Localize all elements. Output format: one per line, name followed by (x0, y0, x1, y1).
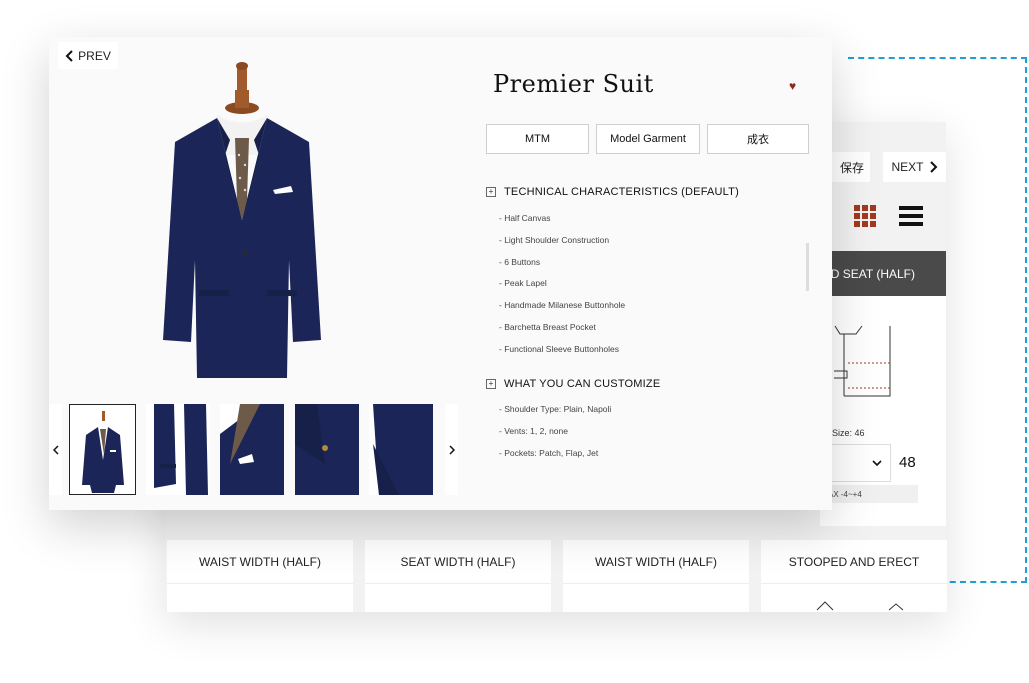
thumbnail[interactable] (146, 404, 210, 495)
thumbnail-strip (49, 404, 458, 496)
customize-list: - Shoulder Type: Plain, Napoli - Vents: … (499, 403, 611, 468)
chevron-left-icon (65, 49, 73, 62)
list-item: - Functional Sleeve Buttonholes (499, 343, 620, 354)
thumbnail-image (82, 411, 124, 493)
ready-made-button[interactable]: 成衣 (707, 124, 809, 154)
chevron-right-icon (929, 161, 937, 173)
ready-made-label: 成衣 (747, 134, 769, 146)
thumbnail[interactable] (369, 404, 433, 495)
list-item: - Pockets: Patch, Flap, Jet (499, 447, 599, 458)
scrollbar[interactable] (806, 243, 809, 291)
measure-card-label: SEAT WIDTH (HALF) (365, 540, 551, 584)
thumbnail[interactable] (69, 404, 136, 495)
range-label: AX -4~+4 (820, 485, 918, 503)
thumb-next-button[interactable] (445, 404, 458, 495)
thumbnail-image (154, 404, 208, 495)
next-button[interactable]: NEXT (883, 152, 946, 182)
measure-card[interactable]: WAIST WIDTH (HALF) (167, 540, 353, 612)
thumbnail-image (373, 404, 433, 495)
jacket-diagram (834, 325, 891, 397)
posture-diagram (816, 601, 904, 611)
list-item: - Peak Lapel (499, 278, 547, 289)
grid-view-icon[interactable] (854, 205, 876, 227)
tech-heading: TECHNICAL CHARACTERISTICS (DEFAULT) (504, 186, 739, 198)
thumbnail[interactable] (295, 404, 359, 495)
list-item: - 6 Buttons (499, 256, 541, 267)
measure-card[interactable]: STOOPED AND ERECT (761, 540, 947, 612)
prev-button[interactable]: PREV (58, 42, 118, 69)
chevron-right-icon (448, 444, 455, 455)
thumbnail-image (295, 404, 359, 495)
list-item: - Barchetta Breast Pocket (499, 321, 596, 332)
customize-heading: WHAT YOU CAN CUSTOMIZE (504, 378, 661, 390)
size-label: Size: 46 (832, 428, 865, 438)
measure-card[interactable]: WAIST WIDTH (HALF) (563, 540, 749, 612)
mtm-button[interactable]: MTM (486, 124, 589, 154)
suit-main-image (163, 62, 321, 378)
plus-box-icon[interactable]: + (486, 187, 496, 197)
mtm-label: MTM (524, 133, 551, 145)
list-item: - Half Canvas (499, 213, 551, 223)
customize-section-header[interactable]: + WHAT YOU CAN CUSTOMIZE (486, 378, 660, 390)
list-item: - Shoulder Type: Plain, Napoli (499, 404, 612, 414)
measure-card-label: STOOPED AND ERECT (761, 540, 947, 584)
list-item: - Light Shoulder Construction (499, 234, 610, 245)
tech-list: - Half Canvas - Light Shoulder Construct… (499, 212, 625, 365)
measure-header-label: ND SEAT (HALF) (822, 266, 915, 281)
heart-icon[interactable]: ♥ (789, 79, 796, 93)
size-value: 48 (899, 454, 916, 471)
measure-card-label: WAIST WIDTH (HALF) (167, 540, 353, 584)
list-view-icon[interactable] (899, 206, 923, 226)
chevron-left-icon (52, 444, 59, 455)
measure-header: ND SEAT (HALF) (820, 251, 946, 296)
thumbnail[interactable] (220, 404, 284, 495)
model-garment-button[interactable]: Model Garment (596, 124, 700, 154)
list-item: - Handmade Milanese Buttonhole (499, 300, 626, 311)
next-label: NEXT (891, 160, 924, 174)
plus-box-icon[interactable]: + (486, 379, 496, 389)
product-title: Premier Suit (493, 70, 654, 98)
save-label: 保存 (839, 160, 864, 175)
tech-section-header[interactable]: + TECHNICAL CHARACTERISTICS (DEFAULT) (486, 186, 739, 198)
measure-card[interactable]: SEAT WIDTH (HALF) (365, 540, 551, 612)
thumbnail-image (220, 404, 284, 495)
prev-label: PREV (78, 48, 111, 63)
chevron-down-icon (872, 459, 882, 466)
thumb-prev-button[interactable] (49, 404, 62, 495)
measure-card-label: WAIST WIDTH (HALF) (563, 540, 749, 584)
list-item: - Vents: 1, 2, none (499, 425, 568, 436)
model-garment-label: Model Garment (610, 133, 686, 145)
